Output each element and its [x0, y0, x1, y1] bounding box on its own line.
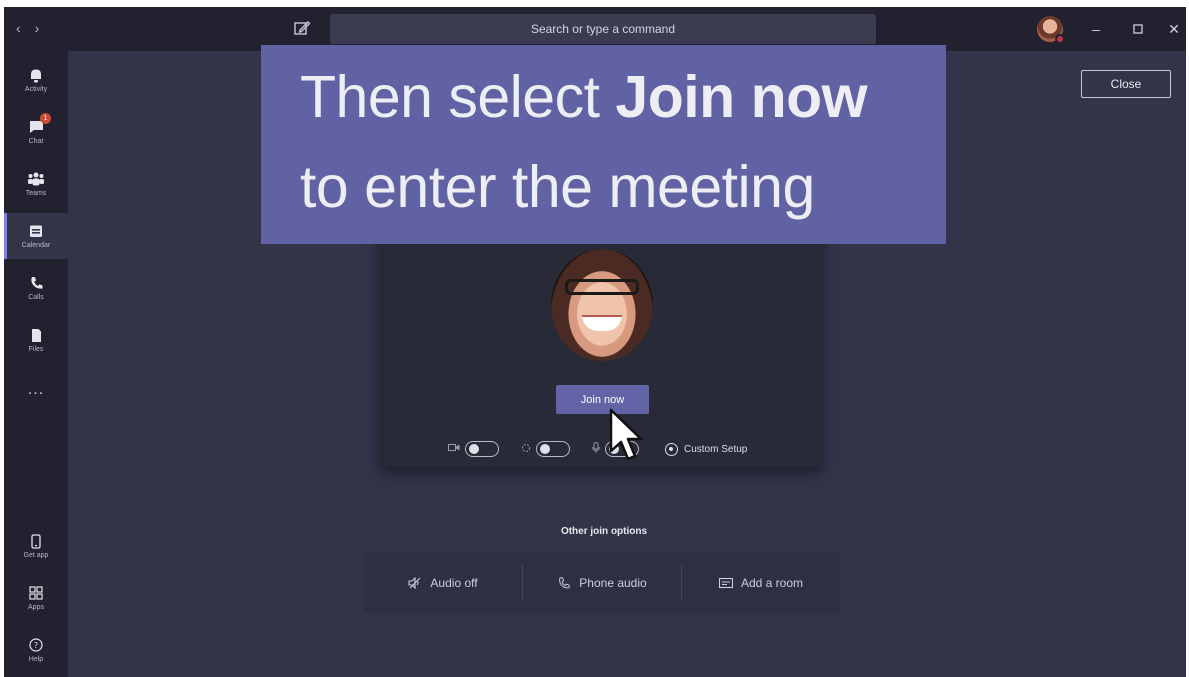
phone-audio-label: Phone audio [579, 576, 647, 590]
banner-line-1-prefix: Then select [300, 64, 616, 130]
profile-photo [551, 249, 653, 361]
rail-label-calls: Calls [28, 294, 44, 301]
app-rail: Activity 1 Chat Teams Calendar Calls Fil… [4, 51, 68, 677]
camera-toggle-knob [469, 444, 479, 454]
phone-icon [557, 577, 571, 589]
add-room-option[interactable]: Add a room [681, 565, 840, 601]
camera-icon [448, 443, 460, 455]
audio-off-option[interactable]: Audio off [364, 565, 522, 601]
rail-label-teams: Teams [25, 190, 47, 197]
chat-badge: 1 [40, 113, 51, 124]
rail-label-chat: Chat [28, 138, 44, 145]
chevron-left-icon[interactable]: ‹ [16, 20, 21, 36]
custom-setup-label: Custom Setup [684, 443, 748, 455]
rail-item-calendar[interactable]: Calendar [4, 213, 68, 259]
phone-icon [27, 275, 45, 291]
banner-line-1-bold: Join now [615, 64, 868, 130]
teams-icon [27, 171, 45, 187]
rail-label-apps: Apps [28, 604, 44, 611]
room-icon [718, 577, 733, 589]
presence-badge [1055, 34, 1065, 44]
svg-text:?: ? [34, 641, 38, 650]
search-placeholder: Search or type a command [530, 22, 676, 36]
rail-item-calls[interactable]: Calls [4, 265, 68, 311]
custom-setup-link[interactable]: Custom Setup [665, 442, 748, 456]
rail-item-files[interactable]: Files [4, 317, 68, 363]
teams-window: ‹ › Search or type a command – ✕ Activit… [4, 7, 1186, 677]
file-icon [27, 327, 45, 343]
device-controls: Custom Setup [448, 437, 747, 461]
apps-icon [27, 585, 45, 601]
audio-off-label: Audio off [430, 576, 478, 590]
instruction-banner: Then select Join now to enter the meetin… [261, 45, 946, 244]
phone-audio-option[interactable]: Phone audio [522, 565, 681, 601]
other-join-options: Audio off Phone audio Add a room [364, 553, 840, 613]
audio-off-icon [408, 577, 422, 589]
rail-label-files: Files [28, 346, 44, 353]
banner-line-2: to enter the meeting [300, 154, 815, 220]
profile-glasses [565, 279, 639, 295]
help-icon: ? [27, 637, 45, 653]
history-nav: ‹ › [16, 20, 39, 36]
blur-icon [521, 443, 531, 456]
blur-toggle-knob [540, 444, 550, 454]
rail-item-teams[interactable]: Teams [4, 161, 68, 207]
maximize-icon[interactable] [1128, 19, 1148, 39]
rail-label-activity: Activity [24, 86, 48, 93]
rail-item-get-app[interactable]: Get app [4, 523, 68, 569]
minimize-icon[interactable]: – [1086, 19, 1106, 39]
microphone-icon [592, 442, 600, 456]
rail-label-calendar: Calendar [21, 242, 51, 249]
user-avatar[interactable] [1037, 16, 1065, 44]
close-button[interactable]: Close [1081, 70, 1171, 98]
compose-icon[interactable] [292, 18, 312, 38]
close-window-icon[interactable]: ✕ [1164, 19, 1184, 39]
mouse-cursor-icon [609, 408, 643, 461]
background-blur-toggle[interactable] [536, 441, 570, 457]
rail-item-help[interactable]: ? Help [4, 627, 68, 673]
more-apps-icon[interactable]: ... [4, 381, 68, 399]
search-input[interactable]: Search or type a command [330, 14, 876, 44]
rail-item-chat[interactable]: 1 Chat [4, 109, 68, 155]
chat-icon: 1 [27, 113, 51, 135]
rail-label-help: Help [28, 656, 44, 663]
rail-item-apps[interactable]: Apps [4, 575, 68, 621]
add-room-label: Add a room [740, 576, 804, 590]
rail-label-get-app: Get app [23, 552, 49, 559]
other-join-options-title: Other join options [560, 526, 648, 537]
profile-smile [582, 315, 622, 331]
chevron-right-icon[interactable]: › [35, 20, 40, 36]
mobile-icon [27, 533, 45, 549]
gear-icon [665, 442, 678, 456]
rail-item-activity[interactable]: Activity [4, 57, 68, 103]
bell-icon [27, 67, 45, 83]
camera-toggle[interactable] [465, 441, 499, 457]
calendar-icon [27, 223, 45, 239]
banner-line-1: Then select Join now [300, 63, 868, 131]
